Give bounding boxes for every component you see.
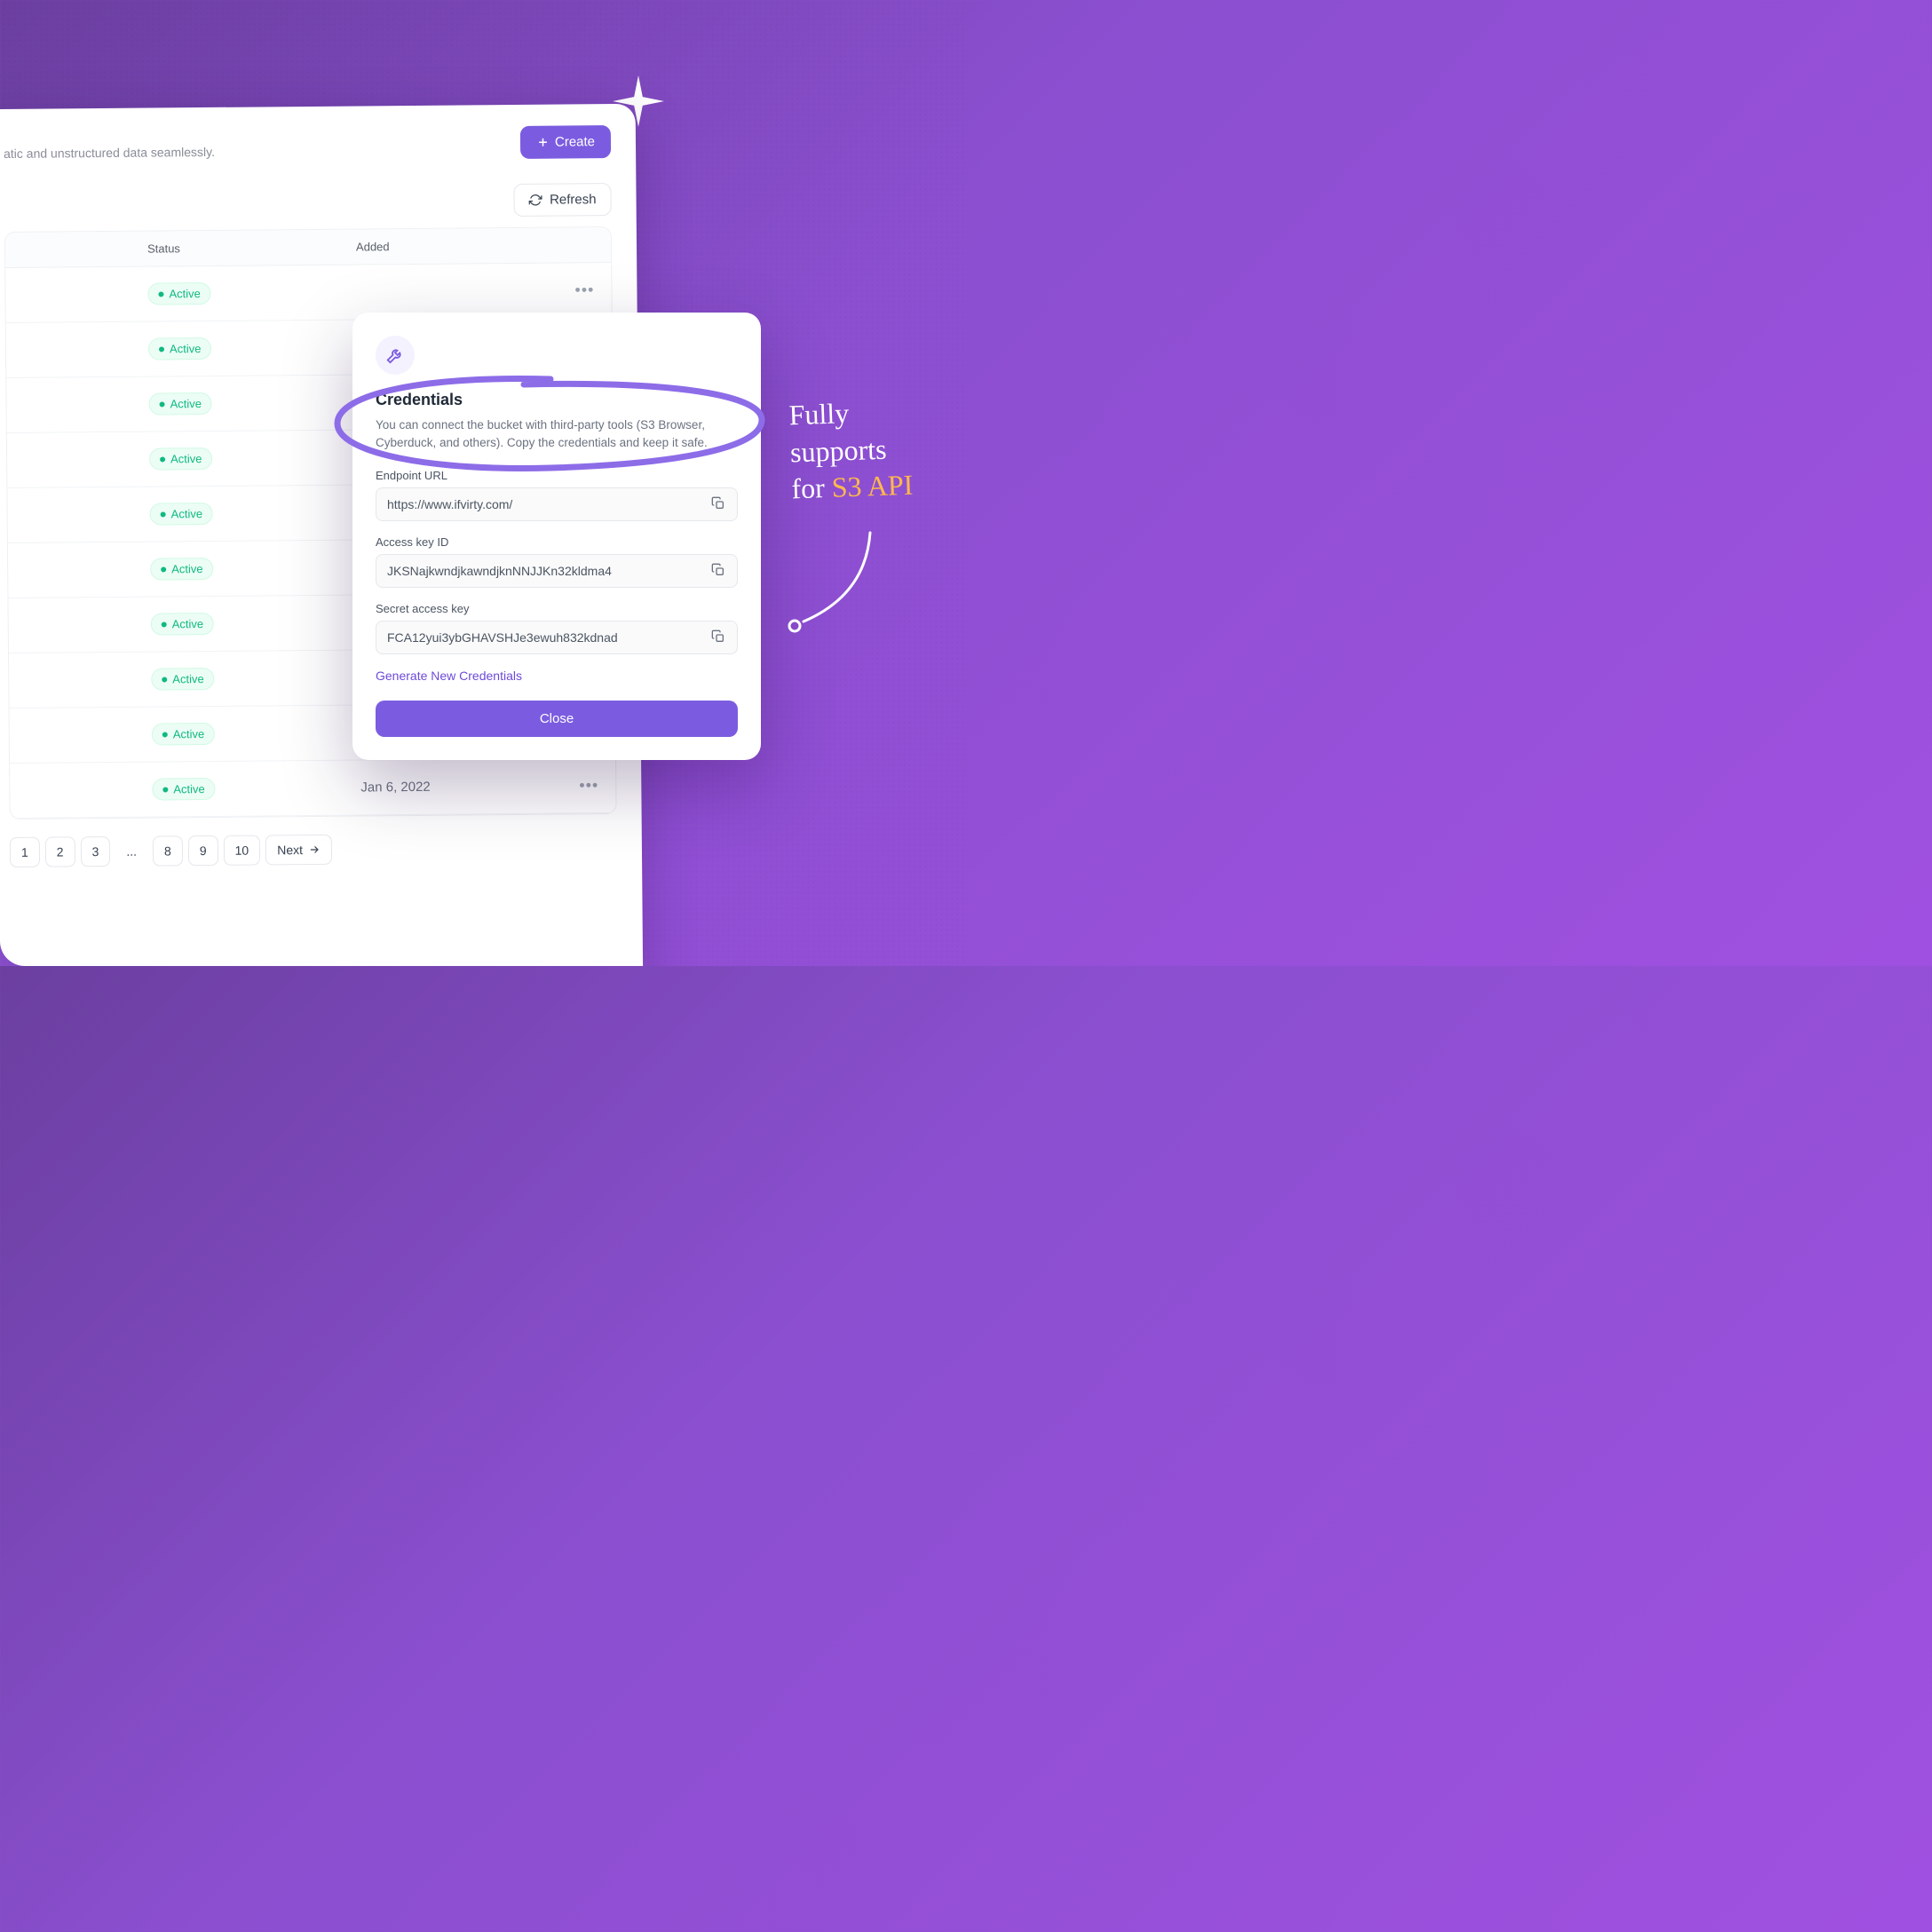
status-badge: Active [150, 503, 214, 526]
page-8[interactable]: 8 [153, 835, 183, 866]
status-badge: Active [147, 282, 211, 305]
plus-icon [536, 136, 550, 149]
table-row: Active Jan 6, 2022••• [10, 758, 616, 819]
copy-endpoint-button[interactable] [710, 496, 726, 512]
table-header: Status Added [5, 227, 611, 268]
pagination-ellipsis: ... [115, 836, 147, 867]
added-cell: Jan 6, 2022 [360, 779, 562, 796]
refresh-button-label: Refresh [550, 192, 597, 207]
header-description: atic and unstructured data seamlessly. [4, 129, 215, 161]
status-badge: Active [151, 613, 215, 636]
pagination: 123...8910Next [10, 832, 617, 867]
page-2[interactable]: 2 [45, 836, 75, 867]
column-added: Added [356, 238, 611, 254]
access-key-label: Access key ID [376, 535, 738, 549]
page-9[interactable]: 9 [188, 835, 218, 866]
status-badge: Active [152, 723, 216, 746]
status-badge: Active [152, 778, 216, 801]
endpoint-label: Endpoint URL [376, 469, 738, 482]
access-key-field[interactable]: JKSNajkwndjkawndjknNNJJKn32kldma4 [376, 554, 738, 588]
refresh-icon [529, 194, 542, 207]
copy-secret-key-button[interactable] [710, 629, 726, 645]
status-badge: Active [151, 668, 215, 691]
secret-key-value: FCA12yui3ybGHAVSHJe3ewuh832kdnad [387, 630, 710, 645]
copy-icon [711, 563, 725, 577]
copy-icon [711, 629, 725, 644]
copy-access-key-button[interactable] [710, 563, 726, 579]
copy-icon [711, 496, 725, 511]
page-1[interactable]: 1 [10, 837, 40, 867]
status-badge: Active [150, 558, 214, 581]
annotation-arrow [781, 524, 888, 639]
create-button-label: Create [555, 134, 595, 149]
endpoint-value: https://www.ifvirty.com/ [387, 497, 710, 511]
endpoint-field[interactable]: https://www.ifvirty.com/ [376, 487, 738, 521]
status-badge: Active [149, 447, 213, 471]
arrow-right-icon [308, 843, 321, 856]
credentials-modal: Credentials You can connect the bucket w… [352, 313, 761, 760]
annotation-text: Fully supports for S3 API [788, 393, 914, 508]
secret-key-field[interactable]: FCA12yui3ybGHAVSHJe3ewuh832kdnad [376, 621, 738, 654]
status-badge: Active [148, 392, 212, 416]
row-actions-button[interactable]: ••• [558, 281, 611, 300]
access-key-value: JKSNajkwndjkawndjknNNJJKn32kldma4 [387, 564, 710, 578]
row-actions-button[interactable]: ••• [562, 776, 615, 796]
create-button[interactable]: Create [520, 125, 611, 159]
modal-icon-wrap [376, 336, 415, 375]
refresh-button[interactable]: Refresh [514, 183, 612, 217]
wrench-icon [385, 345, 405, 365]
pagination-next[interactable]: Next [265, 835, 332, 866]
column-status: Status [147, 241, 356, 256]
close-button[interactable]: Close [376, 701, 738, 737]
page-10[interactable]: 10 [223, 835, 260, 866]
modal-description: You can connect the bucket with third-pa… [376, 416, 738, 453]
secret-key-label: Secret access key [376, 602, 738, 615]
added-cell [356, 290, 558, 292]
generate-credentials-link[interactable]: Generate New Credentials [376, 669, 522, 683]
modal-title: Credentials [376, 391, 738, 409]
status-badge: Active [148, 337, 212, 360]
page-3[interactable]: 3 [80, 836, 110, 867]
